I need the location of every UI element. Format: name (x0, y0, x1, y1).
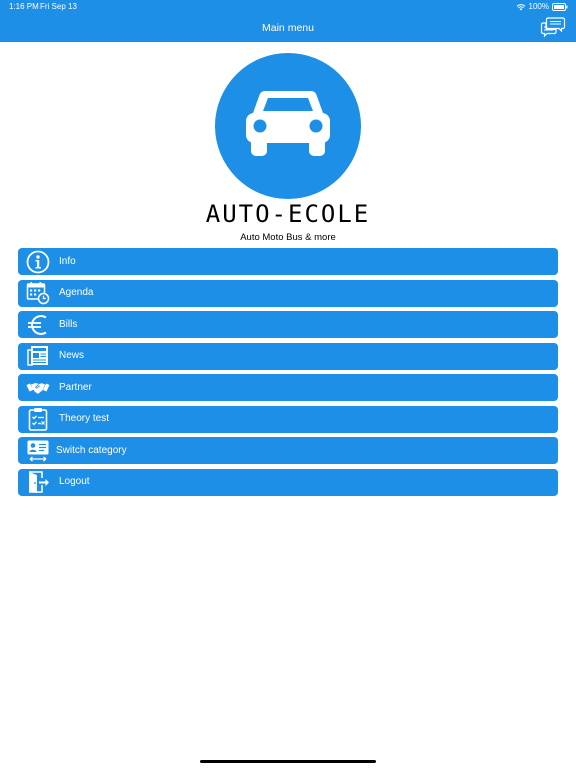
status-time: 1:16 PM (9, 2, 39, 11)
battery-icon (552, 3, 568, 11)
menu-item-label: News (59, 350, 85, 361)
chat-button[interactable] (540, 16, 566, 38)
menu-item-label: Agenda (59, 287, 94, 298)
page-title: Main menu (262, 22, 314, 34)
menu-item-label: Bills (59, 318, 78, 330)
menu-item-partner[interactable]: Partner (18, 374, 558, 401)
app-header: 1:16 PM Fri Sep 13 100% Main menu (0, 0, 576, 42)
id-card-switch-icon (26, 439, 50, 463)
chat-bubbles-icon (540, 16, 566, 38)
main-menu-screen: 1:16 PM Fri Sep 13 100% Main menu AUTO-E… (0, 0, 576, 768)
logo (215, 53, 361, 199)
menu-item-news[interactable]: News (18, 342, 558, 370)
main-menu: Info Agenda Bills News Partner Theory te… (18, 248, 558, 500)
logout-door-icon (26, 470, 50, 494)
status-date: Fri Sep 13 (40, 2, 77, 11)
info-icon (26, 250, 50, 274)
menu-item-theory-test[interactable]: Theory test (18, 405, 558, 433)
euro-icon (26, 313, 50, 337)
menu-item-info[interactable]: Info (18, 248, 558, 275)
menu-item-logout[interactable]: Logout (18, 468, 558, 496)
menu-item-label: Logout (59, 476, 90, 487)
menu-item-label: Info (59, 255, 76, 267)
menu-item-label: Theory test (59, 413, 110, 424)
handshake-icon (26, 376, 50, 400)
menu-item-switch-category[interactable]: Switch category (18, 437, 558, 464)
wifi-icon (516, 3, 526, 11)
newspaper-icon (26, 344, 50, 368)
menu-item-label: Partner (59, 381, 92, 393)
menu-item-bills[interactable]: Bills (18, 311, 558, 338)
status-indicators: 100% (516, 0, 568, 14)
status-bar: 1:16 PM Fri Sep 13 100% (0, 0, 576, 14)
menu-item-agenda[interactable]: Agenda (18, 279, 558, 307)
clipboard-check-icon (26, 407, 50, 431)
tagline: Auto Moto Bus & more (240, 232, 336, 243)
home-indicator (200, 760, 376, 763)
battery-percentage: 100% (528, 2, 549, 11)
logo-wordmark: AUTO-ECOLE (205, 200, 371, 228)
menu-item-label: Switch category (56, 444, 127, 456)
calendar-clock-icon (26, 281, 50, 305)
